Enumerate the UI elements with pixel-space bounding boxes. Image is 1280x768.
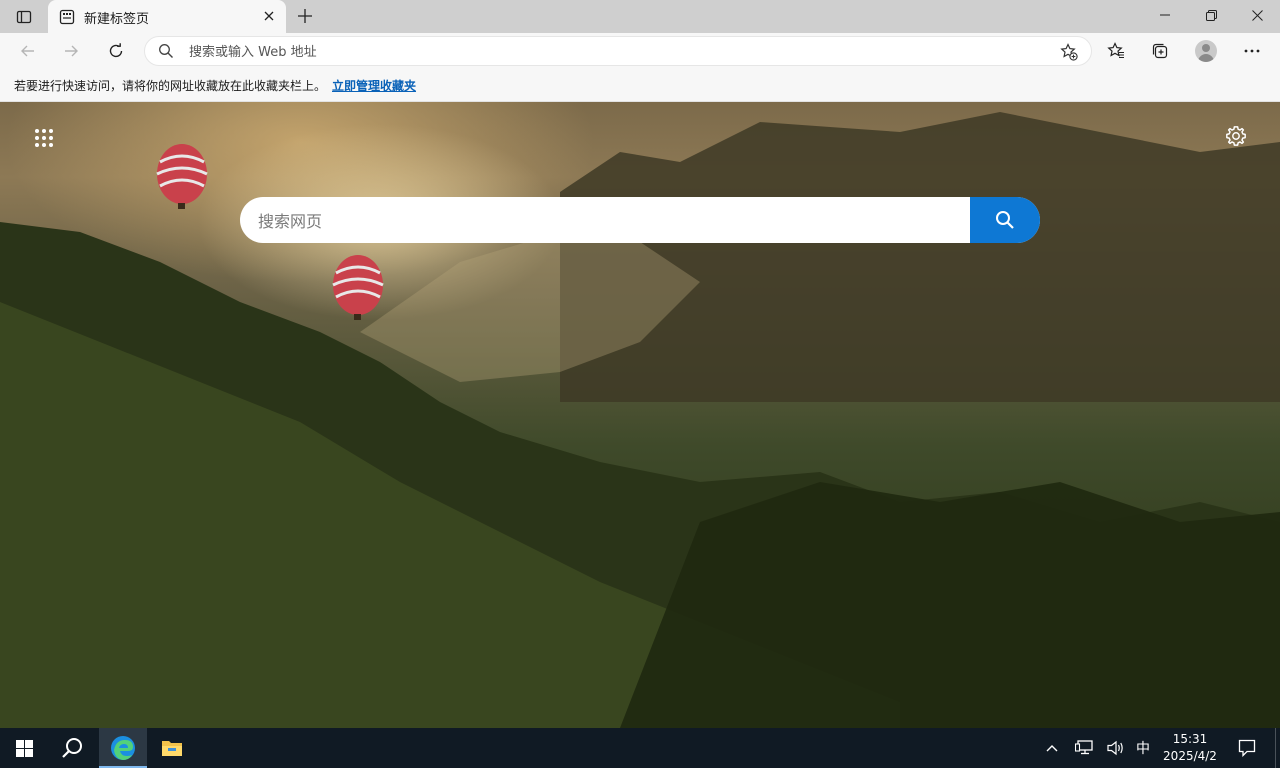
hot-air-balloon-left [156, 144, 208, 209]
more-icon [1244, 49, 1260, 53]
taskbar-file-explorer-button[interactable] [148, 728, 196, 768]
close-window-button[interactable] [1234, 0, 1280, 30]
windows-taskbar: 中 15:31 2025/4/2 [0, 728, 1280, 768]
search-icon [62, 738, 82, 758]
file-explorer-icon [162, 741, 182, 756]
web-search-input[interactable] [256, 207, 960, 235]
start-button[interactable] [0, 728, 48, 768]
add-favorite-icon [1060, 43, 1078, 61]
forward-icon [65, 45, 78, 57]
web-search-button[interactable] [970, 197, 1040, 243]
restore-button[interactable] [1188, 0, 1234, 30]
chevron-up-icon [1046, 745, 1058, 752]
back-icon [21, 45, 34, 57]
add-favorite-button[interactable] [1059, 42, 1079, 62]
clock-date: 2025/4/2 [1163, 749, 1217, 763]
show-hidden-icons-button[interactable] [1040, 728, 1064, 768]
back-button[interactable] [13, 37, 43, 65]
forward-button[interactable] [56, 37, 86, 65]
tab-actions-icon [16, 10, 32, 24]
profile-button[interactable] [1191, 37, 1221, 65]
edge-icon [111, 736, 135, 760]
network-button[interactable] [1071, 728, 1097, 768]
show-desktop-button[interactable] [1275, 728, 1280, 768]
tab-strip: 新建标签页 [0, 0, 1280, 33]
address-input[interactable] [187, 40, 1021, 64]
ime-mode-label: 中 [1136, 741, 1150, 757]
notification-icon [1238, 739, 1256, 757]
web-search-box[interactable] [240, 197, 1040, 243]
collections-icon [1152, 43, 1168, 59]
favorites-icon [1107, 42, 1124, 59]
new-tab-button[interactable] [294, 5, 316, 27]
refresh-icon [109, 43, 123, 58]
volume-icon [1107, 740, 1123, 756]
favorites-button[interactable] [1101, 37, 1131, 65]
plus-icon [298, 9, 312, 23]
new-tab-page [0, 102, 1280, 728]
taskbar-edge-button[interactable] [99, 728, 147, 768]
manage-favorites-link[interactable]: 立即管理收藏夹 [332, 77, 416, 94]
restore-icon [1205, 9, 1217, 21]
windows-start-icon [15, 739, 33, 757]
tab-actions-button[interactable] [10, 6, 38, 28]
volume-button[interactable] [1103, 728, 1129, 768]
network-icon [1075, 740, 1093, 755]
address-bar[interactable] [144, 36, 1092, 66]
taskbar-search-button[interactable] [48, 728, 96, 768]
browser-toolbar [0, 33, 1280, 69]
hot-air-balloon-center [332, 255, 384, 320]
app-launcher-icon [35, 129, 53, 147]
input-method-indicator[interactable]: 中 [1131, 728, 1155, 768]
settings-more-button[interactable] [1237, 37, 1267, 65]
search-icon [159, 44, 173, 58]
taskbar-clock[interactable]: 15:31 2025/4/2 [1158, 731, 1222, 765]
profile-icon [1195, 40, 1217, 62]
collections-button[interactable] [1145, 37, 1175, 65]
clock-time: 15:31 [1172, 732, 1208, 746]
new-tab-page-icon [59, 9, 75, 25]
gear-icon [1226, 126, 1246, 146]
minimize-button[interactable] [1142, 0, 1188, 30]
app-launcher-button[interactable] [30, 124, 58, 152]
close-icon [1251, 9, 1263, 21]
favorites-bar: 若要进行快速访问，请将你的网址收藏放在此收藏夹栏上。 立即管理收藏夹 [0, 69, 1280, 102]
tab-close-button[interactable] [260, 7, 278, 25]
tab-title: 新建标签页 [84, 12, 150, 27]
tab-new-tab[interactable]: 新建标签页 [48, 0, 286, 33]
background-image [0, 112, 1280, 728]
favorites-bar-hint: 若要进行快速访问，请将你的网址收藏放在此收藏夹栏上。 [14, 79, 327, 93]
action-center-button[interactable] [1232, 728, 1262, 768]
search-icon [996, 211, 1014, 229]
minimize-icon [1160, 14, 1170, 16]
page-settings-button[interactable] [1222, 122, 1250, 150]
refresh-button[interactable] [101, 37, 131, 65]
close-icon [264, 11, 274, 21]
